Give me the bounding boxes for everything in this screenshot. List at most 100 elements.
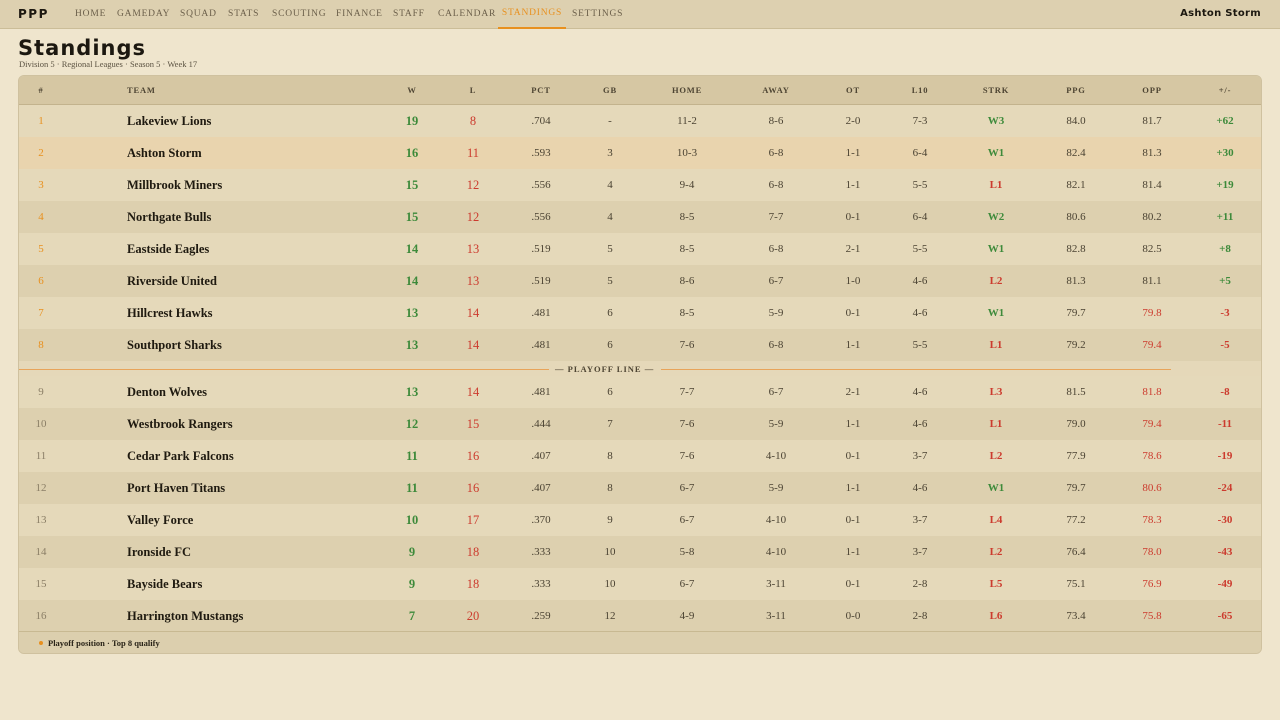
team-name[interactable]: Valley Force [127, 504, 347, 536]
losses-cell: 16 [466, 449, 480, 463]
header-losses[interactable]: L [453, 76, 493, 105]
nav-gameday[interactable]: GAMEDAY [117, 0, 169, 29]
ppg-cell: 76.4 [1066, 546, 1086, 558]
table-row[interactable]: 10 Westbrook Rangers 12 15 .444 7 7-6 5-9 1-1 4-6… [19, 408, 1261, 440]
away-record-cell: 6-8 [768, 243, 784, 255]
table-row[interactable]: 3 Millbrook Miners 15 12 .556 4 9-4 6-8 1-1 5-5 L1… [19, 169, 1261, 201]
standings-table: # TEAM W L PCT GB HOME AWAY OT L10 STRK … [18, 75, 1262, 654]
opp-cell: 78.6 [1142, 450, 1162, 462]
wins-cell: 14 [405, 274, 419, 288]
header-ot[interactable]: OT [833, 76, 873, 105]
table-row[interactable]: 2 Ashton Storm 16 11 .593 3 10-3 6-8 1-1 6-4 W1 82.… [19, 137, 1261, 169]
streak-cell: L2 [989, 546, 1003, 558]
table-row[interactable]: 13 Valley Force 10 17 .370 9 6-7 4-10 0-1 3-7 L4 77… [19, 504, 1261, 536]
nav-staff[interactable]: STAFF [393, 0, 424, 29]
losses-cell: 17 [466, 513, 480, 527]
team-name[interactable]: Lakeview Lions [127, 105, 347, 137]
team-name[interactable]: Denton Wolves [127, 376, 347, 408]
header-rank[interactable]: # [31, 76, 51, 105]
team-name[interactable]: Port Haven Titans [127, 472, 347, 504]
wins-cell: 13 [405, 338, 419, 352]
header-wins[interactable]: W [392, 76, 432, 105]
rank-cell: 8 [38, 339, 44, 351]
table-row[interactable]: 1 Lakeview Lions 19 8 .704 - 11-2 8-6 2-0 7-3 W3 84… [19, 105, 1261, 137]
header-streak[interactable]: STRK [974, 76, 1018, 105]
ot-record-cell: 0-1 [845, 578, 861, 590]
header-opp[interactable]: OPP [1132, 76, 1172, 105]
team-name[interactable]: Hillcrest Hawks [127, 297, 347, 329]
losses-cell: 20 [466, 609, 480, 623]
table-row[interactable]: 8 Southport Sharks 13 14 .481 6 7-6 6-8 1-1 5-5 L1… [19, 329, 1261, 361]
pct-cell: .333 [531, 578, 551, 590]
team-name[interactable]: Ashton Storm [127, 137, 347, 169]
last10-cell: 5-5 [912, 179, 928, 191]
away-record-cell: 5-9 [768, 482, 784, 494]
home-record-cell: 9-4 [679, 179, 695, 191]
app-logo[interactable]: PPP [18, 7, 49, 21]
header-pct[interactable]: PCT [521, 76, 561, 105]
gb-cell: - [608, 115, 612, 127]
header-ppg[interactable]: PPG [1056, 76, 1096, 105]
user-team-name[interactable]: Ashton Storm [1180, 8, 1261, 19]
team-name[interactable]: Millbrook Miners [127, 169, 347, 201]
header-l10[interactable]: L10 [900, 76, 940, 105]
header-plus-minus[interactable]: +/- [1205, 76, 1245, 105]
pct-cell: .333 [531, 546, 551, 558]
table-row[interactable]: 14 Ironside FC 9 18 .333 10 5-8 4-10 1-1 3-7 L2 76.… [19, 536, 1261, 568]
table-row[interactable]: 9 Denton Wolves 13 14 .481 6 7-7 6-7 2-1 4-6 L3 81.… [19, 376, 1261, 408]
plus-minus-cell: +11 [1216, 211, 1234, 223]
header-gb[interactable]: GB [590, 76, 630, 105]
header-away[interactable]: AWAY [751, 76, 801, 105]
streak-cell: L5 [989, 578, 1003, 590]
team-name[interactable]: Eastside Eagles [127, 233, 347, 265]
team-name[interactable]: Westbrook Rangers [127, 408, 347, 440]
nav-home[interactable]: HOME [75, 0, 105, 29]
team-name[interactable]: Northgate Bulls [127, 201, 347, 233]
pct-cell: .407 [531, 482, 551, 494]
opp-cell: 81.4 [1142, 179, 1162, 191]
pct-cell: .519 [531, 275, 551, 287]
team-name[interactable]: Harrington Mustangs [127, 600, 347, 632]
team-name[interactable]: Riverside United [127, 265, 347, 297]
ppg-cell: 81.5 [1066, 386, 1086, 398]
table-row[interactable]: 11 Cedar Park Falcons 11 16 .407 8 7-6 4-10 0-1 3… [19, 440, 1261, 472]
table-row[interactable]: 5 Eastside Eagles 14 13 .519 5 8-5 6-8 2-1 5-5 W1 8… [19, 233, 1261, 265]
last10-cell: 4-6 [912, 307, 928, 319]
pct-cell: .481 [531, 307, 551, 319]
nav-stats[interactable]: STATS [228, 0, 258, 29]
nav-squad[interactable]: SQUAD [180, 0, 216, 29]
team-name[interactable]: Ironside FC [127, 536, 347, 568]
table-row[interactable]: 16 Harrington Mustangs 7 20 .259 12 4-9 3-11 0-0… [19, 600, 1261, 632]
plus-minus-cell: -8 [1220, 386, 1230, 398]
ot-record-cell: 1-1 [845, 147, 861, 159]
table-row[interactable]: 6 Riverside United 14 13 .519 5 8-6 6-7 1-0 4-6 L2… [19, 265, 1261, 297]
header-home[interactable]: HOME [662, 76, 712, 105]
team-name[interactable]: Cedar Park Falcons [127, 440, 347, 472]
ppg-cell: 79.0 [1066, 418, 1086, 430]
gb-cell: 5 [607, 275, 613, 287]
nav-finance[interactable]: FINANCE [336, 0, 382, 29]
team-name[interactable]: Southport Sharks [127, 329, 347, 361]
wins-cell: 16 [405, 146, 419, 160]
table-row[interactable]: 7 Hillcrest Hawks 13 14 .481 6 8-5 5-9 0-1 4-6 W1 7… [19, 297, 1261, 329]
table-row[interactable]: 4 Northgate Bulls 15 12 .556 4 8-5 7-7 0-1 6-4 W2 8… [19, 201, 1261, 233]
team-name[interactable]: Bayside Bears [127, 568, 347, 600]
wins-cell: 13 [405, 385, 419, 399]
nav-scouting[interactable]: SCOUTING [272, 0, 326, 29]
streak-cell: W1 [987, 147, 1005, 159]
nav-standings[interactable]: STANDINGS [498, 0, 566, 29]
home-record-cell: 7-7 [679, 386, 695, 398]
gb-cell: 6 [607, 386, 613, 398]
last10-cell: 3-7 [912, 514, 928, 526]
home-record-cell: 7-6 [679, 339, 695, 351]
header-team[interactable]: TEAM [127, 76, 207, 105]
playoff-line-divider: — PLAYOFF LINE — [19, 361, 1261, 377]
table-row[interactable]: 15 Bayside Bears 9 18 .333 10 6-7 3-11 0-1 2-8 L5 7… [19, 568, 1261, 600]
nav-settings[interactable]: SETTINGS [572, 0, 622, 29]
ppg-cell: 82.8 [1066, 243, 1086, 255]
wins-cell: 12 [405, 417, 419, 431]
table-row[interactable]: 12 Port Haven Titans 11 16 .407 8 6-7 5-9 1-1 4-6… [19, 472, 1261, 504]
last10-cell: 5-5 [912, 243, 928, 255]
ot-record-cell: 1-1 [845, 546, 861, 558]
nav-calendar[interactable]: CALENDAR [438, 0, 495, 29]
